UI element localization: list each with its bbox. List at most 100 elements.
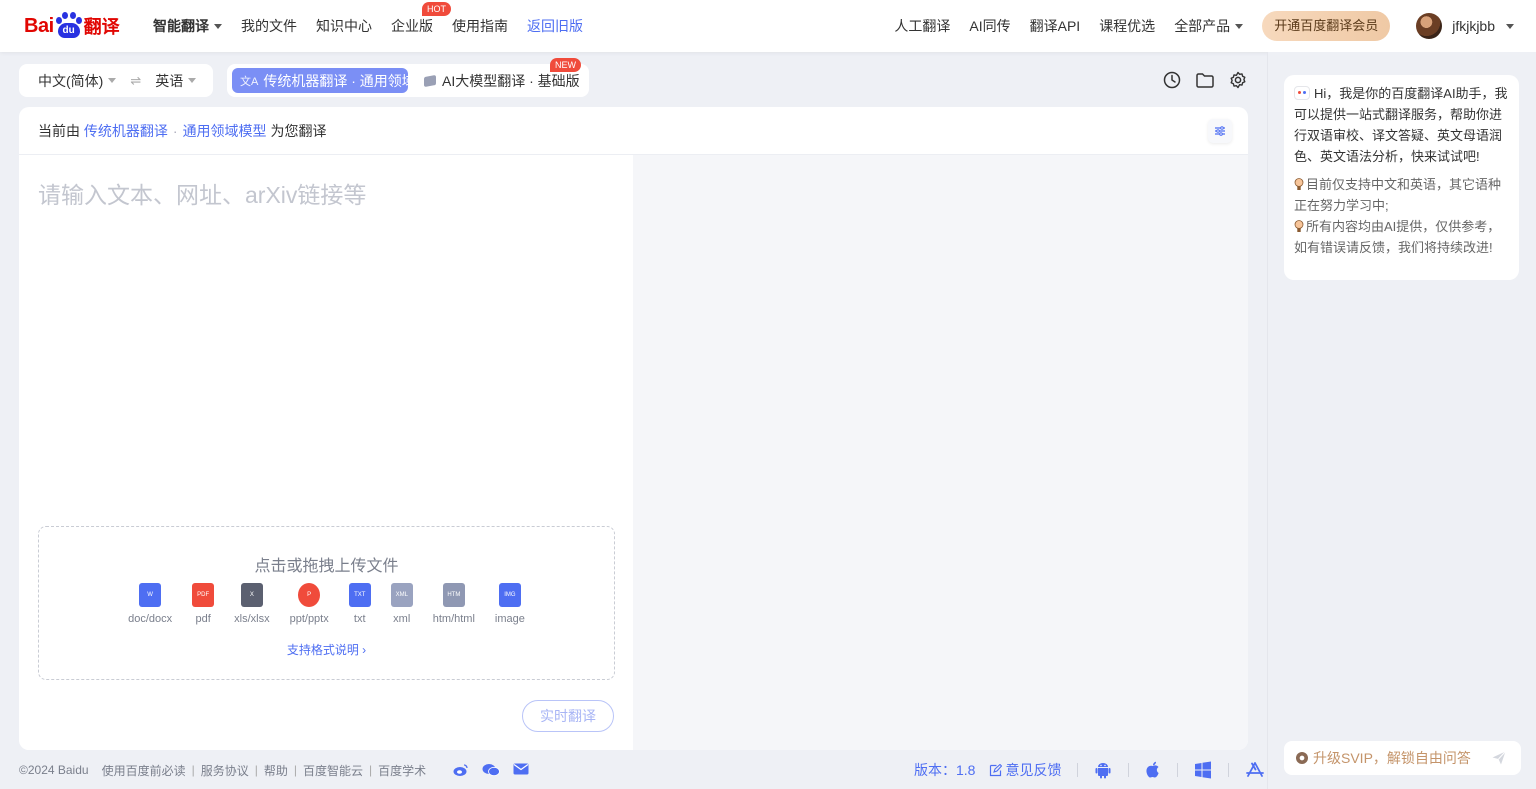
assistant-note: 所有内容均由AI提供，仅供参考，如有错误请反馈，我们将持续改进! xyxy=(1294,219,1501,255)
engine-prefix: 当前由 xyxy=(38,122,80,139)
language-selector: 中文(简体) ⇌ 英语 xyxy=(19,64,213,97)
model-link[interactable]: 通用领域模型 xyxy=(183,121,267,141)
nav-all-products[interactable]: 全部产品 xyxy=(1174,16,1244,36)
swap-icon[interactable]: ⇌ xyxy=(130,73,141,89)
nav-ai-interpret[interactable]: AI同传 xyxy=(969,16,1010,36)
footer: ©2024 Baidu 使用百度前必读 | 服务协议 | 帮助 | 百度智能云 | 百度… xyxy=(19,760,542,780)
avatar[interactable] xyxy=(1416,13,1443,39)
sliders-icon[interactable] xyxy=(1208,119,1232,143)
feedback-label: 意见反馈 xyxy=(1005,762,1062,778)
file-type-html: HTM htm/html xyxy=(433,583,475,625)
footer-link[interactable]: 帮助 xyxy=(264,762,288,779)
translate-panel: 当前由 传统机器翻译 · 通用领域模型 为您翻译 请输入文本、网址、arXiv链… xyxy=(19,107,1248,750)
logo-text-bai: Bai xyxy=(24,14,54,37)
assistant-chat-input[interactable]: 升级SVIP，解锁自由问答 xyxy=(1284,741,1521,775)
footer-link[interactable]: 使用百度前必读 xyxy=(102,762,186,779)
format-info-link[interactable]: 支持格式说明 › xyxy=(39,641,614,658)
nav-label: 智能翻译 xyxy=(153,18,209,34)
windows-icon[interactable] xyxy=(1194,761,1212,779)
panel-header: 当前由 传统机器翻译 · 通用领域模型 为您翻译 xyxy=(19,107,1248,155)
target-language-select[interactable]: 英语 xyxy=(155,71,197,91)
nav-smart-translate[interactable]: 智能翻译 xyxy=(153,16,222,36)
file-type-label: xls/xlsx xyxy=(234,613,270,625)
realtime-translate-button[interactable]: 实时翻译 xyxy=(522,700,614,732)
footer-link[interactable]: 百度智能云 xyxy=(303,762,363,779)
toolbar-icons xyxy=(1162,70,1261,90)
nav-label: 使用指南 xyxy=(452,18,508,34)
nav-label: 知识中心 xyxy=(316,18,372,34)
nav-label: 我的文件 xyxy=(241,18,297,34)
file-type-label: htm/html xyxy=(432,613,475,625)
chevron-down-icon[interactable] xyxy=(1506,23,1514,29)
xml-file-icon: XML xyxy=(390,583,413,607)
nav-my-files[interactable]: 我的文件 xyxy=(241,16,297,36)
email-icon[interactable] xyxy=(513,763,529,777)
nav-back-to-old[interactable]: 返回旧版 xyxy=(527,16,583,36)
folder-icon[interactable] xyxy=(1195,70,1215,90)
footer-right: 版本： 1.8 意见反馈 xyxy=(914,760,1265,780)
nav-label: 返回旧版 xyxy=(527,18,583,34)
copyright: ©2024 Baidu xyxy=(19,763,89,777)
ppt-file-icon: P xyxy=(298,583,321,607)
wechat-icon[interactable] xyxy=(482,763,501,777)
chat-input-placeholder: 升级SVIP，解锁自由问答 xyxy=(1313,750,1471,766)
nav-knowledge-center[interactable]: 知识中心 xyxy=(316,16,372,36)
logo-text-fanyi: 翻译 xyxy=(83,17,120,37)
baidu-fanyi-logo[interactable]: Bai du 翻译 xyxy=(24,8,120,44)
feedback-link[interactable]: 意见反馈 xyxy=(989,760,1061,780)
upload-title: 点击或拖拽上传文件 xyxy=(254,558,399,575)
nav-translate-api[interactable]: 翻译API xyxy=(1030,16,1081,36)
lightbulb-icon xyxy=(1294,178,1304,190)
footer-link[interactable]: 百度学术 xyxy=(378,762,426,779)
assistant-note: 目前仅支持中文和英语，其它语种正在努力学习中; xyxy=(1294,177,1502,213)
nav-human-translate[interactable]: 人工翻译 xyxy=(894,16,950,36)
vip-button[interactable]: 开通百度翻译会员 xyxy=(1262,11,1391,41)
file-type-txt: TXT txt xyxy=(348,583,371,625)
pdf-file-icon: PDF xyxy=(192,583,215,607)
send-icon[interactable] xyxy=(1491,750,1507,769)
version-number: 1.8 xyxy=(956,762,976,778)
version-label: 版本： xyxy=(914,762,956,778)
file-type-label: image xyxy=(494,613,525,625)
file-type-label: pdf xyxy=(195,613,211,625)
history-icon[interactable] xyxy=(1162,70,1182,90)
source-text-input[interactable]: 请输入文本、网址、arXiv链接等 xyxy=(38,176,366,210)
source-pane[interactable]: 请输入文本、网址、arXiv链接等 点击或拖拽上传文件 W doc/docx P… xyxy=(19,155,633,750)
weibo-icon[interactable] xyxy=(453,763,469,777)
file-type-label: doc/docx xyxy=(128,613,173,625)
engine-separator: · xyxy=(172,122,178,139)
new-badge: NEW xyxy=(550,58,581,72)
chevron-down-icon xyxy=(214,23,222,29)
file-type-xml: XML xml xyxy=(390,583,413,625)
translate-icon: 文A xyxy=(240,75,259,88)
source-language-select[interactable]: 中文(简体) xyxy=(38,71,117,91)
username[interactable]: jfkjkjbb xyxy=(1452,18,1495,34)
nav-user-guide[interactable]: 使用指南 xyxy=(452,16,508,36)
bot-icon xyxy=(1294,86,1310,100)
file-type-ppt: P ppt/pptx xyxy=(290,583,329,625)
nav-label: 企业版 xyxy=(391,18,433,34)
tab-traditional-mt[interactable]: 文A 传统机器翻译 · 通用领域 xyxy=(232,68,416,93)
apple-icon[interactable] xyxy=(1145,761,1161,779)
nav-courses[interactable]: 课程优选 xyxy=(1099,16,1155,36)
file-upload-dropzone[interactable]: 点击或拖拽上传文件 W doc/docx PDF pdf X xls/xlsx … xyxy=(38,526,615,680)
social-links xyxy=(453,763,542,777)
source-language-label: 中文(简体) xyxy=(38,72,104,89)
edit-icon xyxy=(990,763,1003,776)
nav-label: 课程优选 xyxy=(1099,18,1156,34)
engine-link[interactable]: 传统机器翻译 xyxy=(84,121,168,141)
cube-icon xyxy=(424,74,436,87)
image-file-icon: IMG xyxy=(498,583,521,607)
file-type-xls: X xls/xlsx xyxy=(234,583,270,625)
gear-icon[interactable] xyxy=(1228,70,1248,90)
nav-label: AI同传 xyxy=(969,18,1011,34)
chevron-down-icon xyxy=(188,78,197,83)
app-store-icon[interactable] xyxy=(1245,761,1265,779)
nav-enterprise[interactable]: 企业版 HOT xyxy=(391,2,451,36)
assistant-message: Hi，我是你的百度翻译AI助手，我可以提供一站式翻译服务，帮助你进行双语审校、译… xyxy=(1284,75,1519,280)
file-type-label: ppt/pptx xyxy=(289,613,329,625)
android-icon[interactable] xyxy=(1094,761,1112,779)
target-language-label: 英语 xyxy=(155,72,184,89)
html-file-icon: HTM xyxy=(442,583,465,607)
footer-link[interactable]: 服务协议 xyxy=(201,762,249,779)
